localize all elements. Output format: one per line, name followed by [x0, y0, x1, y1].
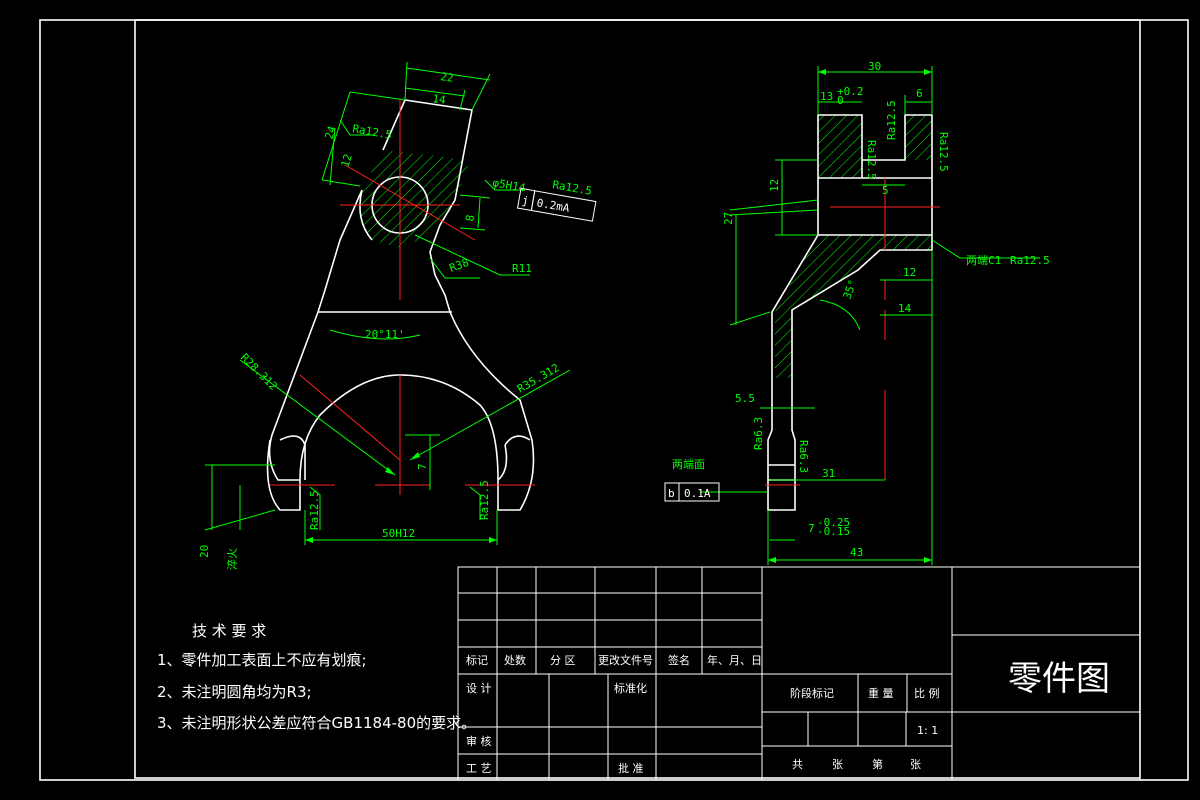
roughness-left-arm: Ra12.5	[308, 490, 321, 530]
dim-20: 20	[198, 545, 211, 558]
dim-6: 6	[916, 87, 923, 100]
roughness-tip-right: Ra6.3	[797, 440, 810, 473]
tb-sheets-total: 共	[792, 758, 803, 771]
tb-header-zone: 分 区	[550, 654, 576, 667]
roughness-chamfer: Ra12.5	[1010, 254, 1050, 267]
flatness-symbol: b	[668, 487, 675, 500]
tb-scale-label: 比 例	[914, 686, 940, 700]
tb-sheets-zhang2: 张	[910, 758, 921, 771]
quench-note: 淬火	[225, 548, 239, 570]
dim-5: 5	[882, 184, 889, 197]
tol-13-lower: 0	[837, 94, 844, 107]
tb-review: 审 核	[466, 734, 492, 748]
requirement-item-2: 2、未注明圆角均为R3;	[157, 683, 312, 701]
datum-note: 两端面	[672, 458, 705, 471]
dim-12-side: 12	[768, 179, 781, 192]
chamfer-note: 两端C1	[966, 254, 1001, 267]
dim-31: 31	[822, 467, 835, 480]
dim-r28: R28.312	[238, 351, 280, 393]
roughness-slot-outer: Ra12.5	[937, 132, 950, 172]
tb-weight: 重 量	[868, 686, 894, 700]
dim-27: 27	[722, 212, 735, 225]
technical-requirements: 技 术 要 求 1、零件加工表面上不应有划痕; 2、未注明圆角均为R3; 3、未…	[157, 622, 476, 732]
tb-standard: 标准化	[614, 681, 647, 695]
dim-24: 24	[322, 124, 339, 141]
tb-sheets-di: 第	[872, 757, 883, 771]
tol-7-lower: -0.15	[817, 525, 850, 538]
dim-angle: 20°11'	[365, 328, 405, 341]
dim-r38: R38	[448, 256, 471, 275]
tolerance-symbol: j	[521, 194, 530, 208]
tb-stage: 阶段标记	[790, 686, 834, 700]
dim-12b: 12	[903, 266, 916, 279]
roughness-right-arm: Ra12.5	[478, 480, 491, 520]
roughness-slot-left: Ra12.5	[865, 140, 878, 180]
dim-hole: φ5H14	[491, 176, 526, 195]
dim-5-5: 5.5	[735, 392, 755, 405]
tb-design: 设 计	[466, 682, 492, 695]
dim-14: 14	[432, 92, 447, 107]
roughness-tip-left: Ra6.3	[752, 417, 765, 450]
tb-scale-value: 1: 1	[917, 724, 938, 737]
dim-22: 22	[440, 70, 455, 85]
tb-header-sign: 签名	[668, 653, 690, 667]
requirement-item-1: 1、零件加工表面上不应有划痕;	[157, 651, 367, 669]
tb-sheets-zhang1: 张	[832, 758, 843, 771]
drawing-name: 零件图	[1008, 659, 1110, 699]
roughness-slot-right: Ra12.5	[885, 100, 898, 140]
dim-43: 43	[850, 546, 863, 559]
dim-14-side: 14	[898, 302, 912, 315]
requirement-item-3: 3、未注明形状公差应符合GB1184-80的要求。	[157, 714, 476, 732]
flatness-value: 0.1A	[684, 487, 711, 500]
tb-header-date: 年、月、日	[707, 653, 762, 667]
tb-process: 工 艺	[466, 762, 492, 775]
tb-header-count: 处数	[504, 654, 526, 667]
dim-12: 12	[338, 152, 354, 169]
dim-30: 30	[868, 60, 881, 73]
tb-header-mark: 标记	[466, 653, 488, 667]
dim-r11: R11	[512, 262, 532, 275]
requirements-title: 技 术 要 求	[192, 622, 266, 640]
tb-header-doc: 更改文件号	[598, 653, 653, 667]
dim-7-side: 7	[808, 522, 815, 535]
dim-50h12: 50H12	[382, 527, 415, 540]
dim-8: 8	[463, 214, 477, 223]
dim-35deg: 35°	[841, 278, 860, 301]
dim-13: 13	[820, 90, 833, 103]
dim-7: 7	[416, 463, 429, 470]
roughness-top: Ra12.5	[351, 122, 392, 142]
drawing-canvas: 22 14 24 12 8 φ5H14 R38 R11 20°11' R28.3…	[39, 19, 1189, 781]
tb-approve: 批 准	[618, 761, 644, 775]
